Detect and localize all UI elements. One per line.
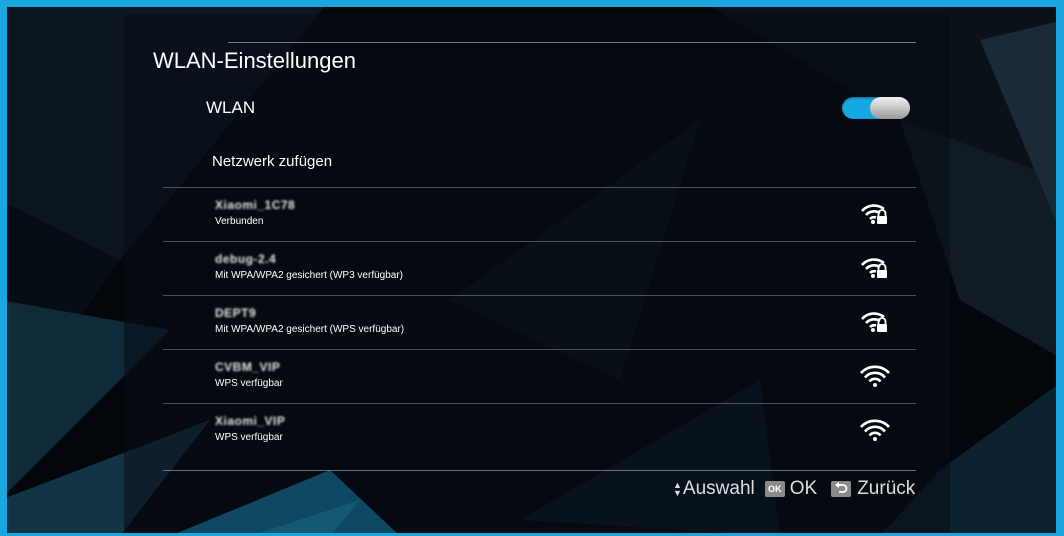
back-arrow-icon (831, 481, 852, 497)
network-ssid: Xiaomi_VIP (215, 414, 286, 428)
ok-hint-label: OK (789, 478, 818, 499)
select-hint-label: Auswahl (682, 478, 755, 499)
wifi-icon (860, 365, 890, 387)
network-ssid: Xiaomi_1C78 (215, 198, 296, 212)
network-row[interactable]: Xiaomi_VIP WPS verfügbar (163, 404, 916, 458)
network-row[interactable]: debug-2.4 Mit WPA/WPA2 gesichert (WP3 ve… (163, 242, 916, 296)
add-network-button[interactable]: Netzwerk zufügen (212, 153, 332, 170)
network-ssid: debug-2.4 (215, 252, 277, 266)
button-hints: ▲ ▼ Auswahl OK OK Zurück (673, 478, 915, 500)
network-row[interactable]: CVBM_VIP WPS verfügbar (163, 350, 916, 404)
wifi-icon (860, 419, 890, 441)
back-hint-label: Zurück (857, 478, 916, 499)
wifi-lock-icon (861, 258, 887, 278)
network-ssid: CVBM_VIP (215, 360, 281, 374)
network-row[interactable]: DEPT9 Mit WPA/WPA2 gesichert (WPS verfüg… (163, 296, 916, 350)
toggle-knob (870, 97, 910, 119)
network-status: Verbunden (215, 216, 264, 227)
up-down-arrows-icon: ▲ ▼ (673, 480, 682, 498)
network-status: WPS verfügbar (215, 378, 283, 389)
network-ssid: DEPT9 (215, 306, 257, 320)
wifi-lock-icon (861, 312, 887, 332)
wifi-lock-icon (861, 204, 887, 224)
network-status: Mit WPA/WPA2 gesichert (WPS verfügbar) (215, 324, 405, 335)
page-title: WLAN-Einstellungen (153, 48, 356, 73)
wlan-toggle[interactable] (842, 97, 910, 119)
footer-divider (163, 470, 916, 471)
network-status: Mit WPA/WPA2 gesichert (WP3 verfügbar) (215, 270, 404, 281)
network-row[interactable]: Xiaomi_1C78 Verbunden (163, 188, 916, 242)
wlan-label: WLAN (206, 98, 256, 117)
top-divider (228, 42, 916, 43)
screen: WLAN-Einstellungen WLAN Netzwerk zufügen… (0, 0, 1064, 536)
ok-key-icon: OK (764, 481, 785, 497)
network-status: WPS verfügbar (215, 432, 283, 443)
